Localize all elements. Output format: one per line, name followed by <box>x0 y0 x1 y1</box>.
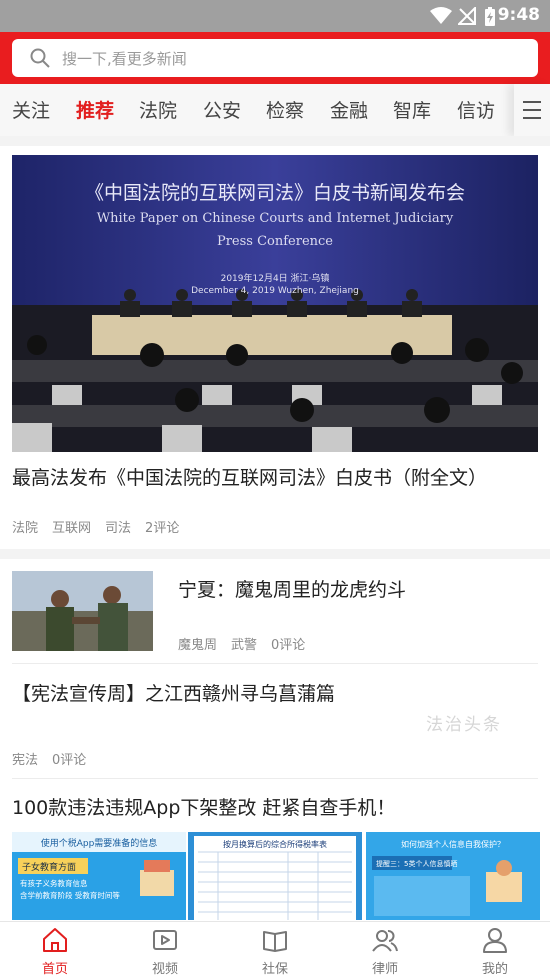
article-title-4[interactable]: 100款违法违规App下架整改 赶紧自查手机！ <box>12 793 395 820</box>
banner-date: 2019年12月4日 浙江·乌镇 <box>221 272 330 284</box>
nav-home-label: 首页 <box>41 962 68 977</box>
article-image-b[interactable]: 按月换算后的综合所得税率表 <box>188 832 362 920</box>
tab-police[interactable]: 公安 <box>203 96 241 123</box>
article-meta-3: 宪法 0评论 <box>12 749 100 768</box>
tag: 司法 <box>105 521 132 536</box>
book-icon <box>263 931 287 952</box>
tab-court[interactable]: 法院 <box>139 96 177 123</box>
article-thumbnail-2[interactable] <box>12 571 153 651</box>
soldiers-photo <box>12 571 153 651</box>
image-a-line2: 有孩子义务教育信息 <box>20 878 88 888</box>
clock: 9:48 <box>497 5 540 25</box>
nav-home[interactable]: 首页 <box>0 926 110 977</box>
nav-social-security-label: 社保 <box>261 962 288 977</box>
tag: 互联网 <box>52 521 92 536</box>
banner-cn: 《中国法院的互联网司法》白皮书新闻发布会 <box>85 182 465 204</box>
watermark: 法治头条 <box>426 715 502 735</box>
tag: 武警 <box>231 638 258 653</box>
home-icon <box>43 928 67 952</box>
article-meta-2: 魔鬼周 武警 0评论 <box>178 634 319 653</box>
video-icon <box>153 930 177 950</box>
banner-en1: White Paper on Chinese Courts and Intern… <box>97 211 454 226</box>
nav-video[interactable]: 视频 <box>110 926 220 977</box>
tag: 宪法 <box>12 753 39 768</box>
people-icon <box>372 930 398 952</box>
article-meta-1: 法院 互联网 司法 2评论 <box>12 517 193 536</box>
category-tabs: 关注 推荐 法院 公安 检察 金融 智库 信访 <box>0 84 550 136</box>
user-icon <box>483 928 507 953</box>
search-header: 搜一下,看更多新闻 <box>0 32 550 84</box>
banner-en2: Press Conference <box>217 234 333 249</box>
no-signal-icon <box>458 7 476 25</box>
article-image-c[interactable]: 如何加强个人信息自我保护？ 提醒三：5类个人信息慎晒 <box>366 832 540 920</box>
wifi-icon <box>430 7 452 24</box>
nav-mine-label: 我的 <box>481 962 508 977</box>
tab-recommend[interactable]: 推荐 <box>76 96 114 123</box>
divider <box>0 136 550 146</box>
comment-count: 2评论 <box>145 521 180 536</box>
hero-image[interactable]: 《中国法院的互联网司法》白皮书新闻发布会 White Paper on Chin… <box>12 155 538 452</box>
tag: 法院 <box>12 521 39 536</box>
tab-follow[interactable]: 关注 <box>12 96 50 123</box>
nav-mine[interactable]: 我的 <box>440 926 550 977</box>
divider <box>0 549 550 559</box>
menu-icon[interactable] <box>514 84 550 136</box>
search-input[interactable]: 搜一下,看更多新闻 <box>12 39 538 77</box>
article-title-3[interactable]: 【宪法宣传周】之江西赣州寻乌菖蒲篇 <box>12 679 335 706</box>
tab-procuratorate[interactable]: 检察 <box>266 96 304 123</box>
press-conference-photo: 《中国法院的互联网司法》白皮书新闻发布会 White Paper on Chin… <box>12 155 538 452</box>
search-icon <box>30 48 50 68</box>
nav-lawyer-label: 律师 <box>371 962 398 977</box>
nav-social-security[interactable]: 社保 <box>220 926 330 977</box>
image-c-line1: 提醒三：5类个人信息慎晒 <box>376 859 457 868</box>
article-title-2[interactable]: 宁夏：魔鬼周里的龙虎约斗 <box>178 575 406 602</box>
nav-lawyer[interactable]: 律师 <box>330 926 440 977</box>
comment-count: 0评论 <box>271 638 306 653</box>
image-a-head: 使用个税App需要准备的信息 <box>41 837 158 849</box>
image-b-head: 按月换算后的综合所得税率表 <box>223 839 327 849</box>
bottom-nav: 首页 视频 社保 律师 我的 <box>0 921 550 979</box>
banner-date-en: December 4, 2019 Wuzhen, Zhejiang <box>191 286 359 296</box>
tag: 魔鬼周 <box>178 638 218 653</box>
separator <box>12 663 538 664</box>
image-a-line1: 子女教育方面 <box>22 861 76 873</box>
status-bar: 9:48 <box>0 0 550 32</box>
image-a-line3: 含学前教育阶段 受教育时间等 <box>20 890 120 900</box>
image-c-head: 如何加强个人信息自我保护？ <box>401 839 505 849</box>
battery-icon <box>485 7 495 26</box>
nav-video-label: 视频 <box>151 962 178 977</box>
separator <box>12 778 538 779</box>
comment-count: 0评论 <box>52 753 87 768</box>
article-title-1[interactable]: 最高法发布《中国法院的互联网司法》白皮书（附全文） <box>12 463 538 490</box>
tab-finance[interactable]: 金融 <box>330 96 368 123</box>
tab-thinktank[interactable]: 智库 <box>393 96 431 123</box>
tab-petition[interactable]: 信访 <box>457 96 495 123</box>
article-image-a[interactable]: 使用个税App需要准备的信息 子女教育方面 有孩子义务教育信息 含学前教育阶段 … <box>12 832 186 920</box>
search-placeholder: 搜一下,看更多新闻 <box>62 50 187 68</box>
